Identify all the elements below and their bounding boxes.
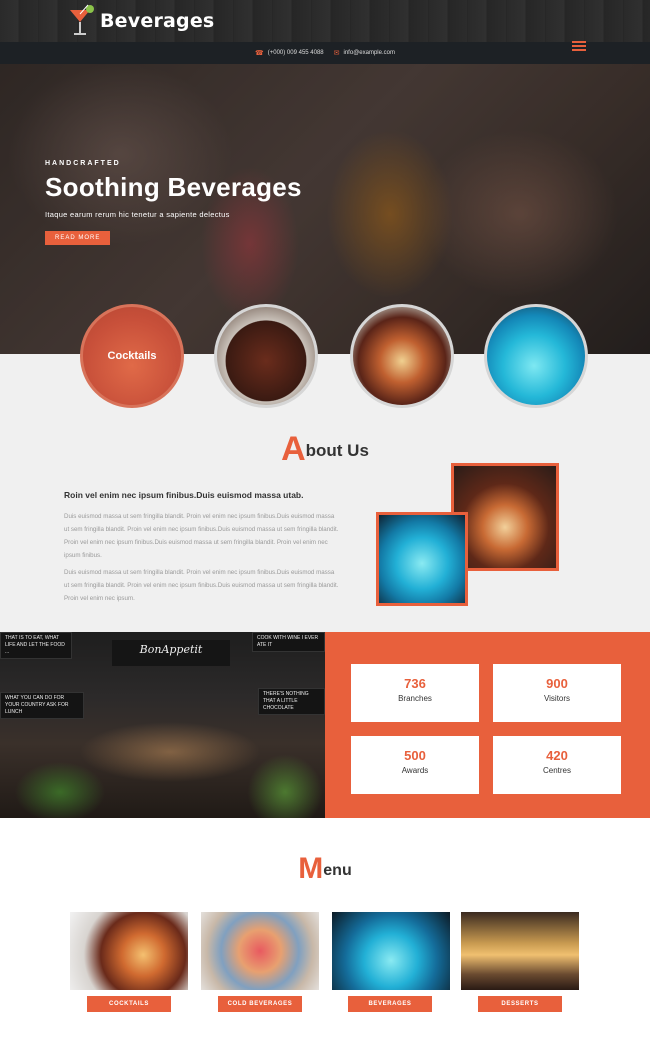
chalkboard-sign: THAT IS TO EAT, WHAT LIFE AND LET THE FO… bbox=[0, 632, 72, 659]
about-lead: Roin vel enim nec ipsum finibus.Duis eui… bbox=[64, 490, 304, 500]
category-circle-layered-drink[interactable] bbox=[350, 304, 454, 408]
about-paragraph: Duis euismod massa ut sem fringilla blan… bbox=[64, 513, 339, 559]
menu-image-cold-beverages[interactable] bbox=[201, 912, 319, 990]
chalkboard-sign: WHAT YOU CAN DO FOR YOUR COUNTRY ASK FOR… bbox=[0, 692, 84, 719]
contact-email[interactable]: ✉ info@example.com bbox=[334, 49, 395, 57]
stat-value: 900 bbox=[546, 676, 568, 691]
chalkboard-sign: THERE'S NOTHING THAT A LITTLE CHOCOLATE bbox=[258, 688, 325, 715]
category-circle-label: Cocktails bbox=[107, 350, 157, 362]
hero-title: Soothing Beverages bbox=[45, 172, 302, 202]
menu-button-beverages[interactable]: BEVERAGES bbox=[348, 996, 432, 1012]
stat-label: Centres bbox=[542, 766, 571, 775]
menu-image-beverages[interactable] bbox=[332, 912, 450, 990]
stat-label: Visitors bbox=[543, 694, 571, 703]
restaurant-sign-title: BonAppetit bbox=[112, 640, 230, 666]
phone-icon: ☎ bbox=[255, 50, 264, 57]
stat-card-awards: 500 Awards bbox=[351, 736, 479, 794]
stat-card-branches: 736 Branches bbox=[351, 664, 479, 722]
category-circle-blue-cocktail[interactable] bbox=[484, 304, 588, 408]
about-paragraph: Duis euismod massa ut sem fringilla blan… bbox=[64, 569, 339, 602]
stat-value: 420 bbox=[546, 748, 568, 763]
hero-content: HANDCRAFTED Soothing Beverages Itaque ea… bbox=[45, 160, 302, 245]
menu-button-desserts[interactable]: DESSERTS bbox=[478, 996, 562, 1012]
hero-subtitle: Itaque earum rerum hic tenetur a sapient… bbox=[45, 210, 230, 219]
stat-card-visitors: 900 Visitors bbox=[493, 664, 621, 722]
brand-name: Beverages bbox=[100, 10, 215, 32]
contact-bar: ☎ (+000) 009 455 4088 ✉ info@example.com bbox=[0, 42, 650, 64]
stat-label: Branches bbox=[398, 694, 432, 703]
hero-kicker: HANDCRAFTED bbox=[45, 160, 121, 167]
menu-button-cold-beverages[interactable]: COLD BEVERAGES bbox=[218, 996, 302, 1012]
email-text: info@example.com bbox=[343, 50, 395, 56]
menu-title: Menu bbox=[298, 852, 352, 885]
envelope-icon: ✉ bbox=[333, 50, 340, 57]
hamburger-menu-icon[interactable] bbox=[572, 41, 586, 53]
stat-value: 500 bbox=[404, 748, 426, 763]
brand-logo[interactable]: Beverages bbox=[68, 4, 214, 38]
header-bar: Beverages bbox=[0, 0, 650, 42]
stat-label: Awards bbox=[401, 766, 429, 775]
stat-card-centres: 420 Centres bbox=[493, 736, 621, 794]
menu-image-desserts[interactable] bbox=[461, 912, 579, 990]
cocktail-glass-icon bbox=[68, 4, 94, 38]
chalkboard-sign: COOK WITH WINE I EVER ATE IT bbox=[252, 632, 325, 652]
read-more-button[interactable]: READ MORE bbox=[45, 231, 111, 245]
menu-button-cocktails[interactable]: COCKTAILS bbox=[87, 996, 171, 1012]
about-photo-blue-cocktail bbox=[376, 512, 468, 606]
stat-value: 736 bbox=[404, 676, 426, 691]
menu-image-cocktails[interactable] bbox=[70, 912, 188, 990]
phone-text: (+000) 009 455 4088 bbox=[267, 50, 324, 56]
category-circle-iced-drink[interactable] bbox=[214, 304, 318, 408]
contact-phone[interactable]: ☎ (+000) 009 455 4088 bbox=[255, 49, 324, 57]
category-circle-cocktails[interactable]: Cocktails bbox=[80, 304, 184, 408]
